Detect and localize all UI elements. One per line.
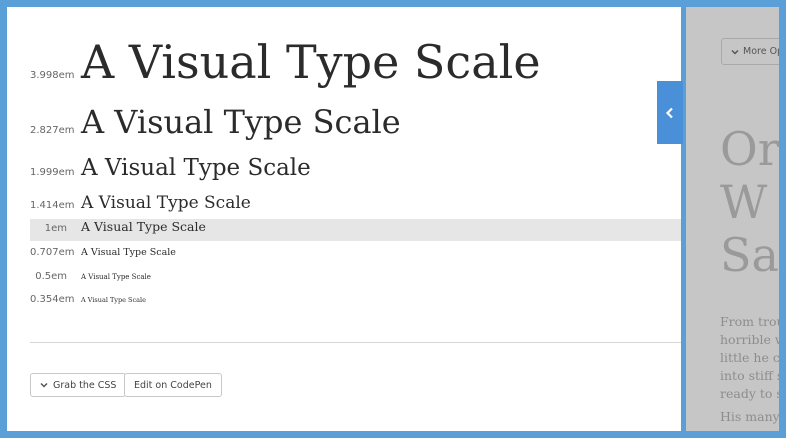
heading-line: Sa — [720, 228, 779, 282]
scale-row: 3.998em A Visual Type Scale — [30, 35, 681, 89]
chevron-left-icon — [665, 107, 673, 118]
more-options-label: More Op — [743, 46, 779, 57]
type-sample: A Visual Type Scale — [81, 273, 151, 281]
grab-css-button[interactable]: Grab the CSS — [30, 373, 127, 397]
type-sample: A Visual Type Scale — [81, 247, 176, 258]
codepen-label: Edit on CodePen — [134, 379, 212, 391]
size-label: 1em — [44, 223, 67, 234]
scale-row: 0.354em A Visual Type Scale — [30, 294, 681, 308]
paragraph-line: From trou — [720, 314, 779, 329]
article-paragraph: From trou horrible w little he co into s… — [720, 313, 779, 403]
more-options-button[interactable]: More Op — [721, 38, 779, 65]
scale-row: 0.707em A Visual Type Scale — [30, 247, 681, 263]
type-sample: A Visual Type Scale — [81, 219, 206, 234]
scale-row: 2.827em A Visual Type Scale — [30, 103, 681, 143]
scale-row: 0.5em A Visual Type Scale — [30, 271, 681, 285]
type-sample: A Visual Type Scale — [81, 35, 541, 89]
paragraph-line: His many — [720, 409, 779, 424]
article-heading: Or W Sa — [720, 123, 779, 282]
type-scale-panel: 3.998em A Visual Type Scale 2.827em A Vi… — [7, 7, 681, 431]
type-sample: A Visual Type Scale — [81, 155, 311, 181]
scale-row-selected[interactable]: 1em A Visual Type Scale — [30, 219, 681, 241]
heading-line: Or — [720, 122, 779, 176]
edit-on-codepen-button[interactable]: Edit on CodePen — [124, 373, 222, 397]
size-label: 2.827em — [30, 125, 75, 136]
heading-line: W — [720, 175, 768, 229]
collapse-panel-tab[interactable] — [657, 81, 683, 144]
paragraph-line: ready to s — [720, 386, 779, 401]
side-panel: More Op Or W Sa From trou horrible w lit… — [686, 7, 779, 431]
type-sample: A Visual Type Scale — [81, 296, 146, 304]
paragraph-line: horrible w — [720, 332, 779, 347]
chevron-down-icon — [731, 49, 739, 55]
article-paragraph: His many — [720, 408, 779, 426]
type-sample: A Visual Type Scale — [81, 193, 251, 213]
size-label: 0.354em — [30, 294, 75, 305]
grab-css-label: Grab the CSS — [53, 379, 117, 391]
scale-row: 1.414em A Visual Type Scale — [30, 193, 681, 215]
size-label: 3.998em — [30, 70, 75, 81]
scale-row: 1.999em A Visual Type Scale — [30, 155, 681, 183]
size-label: 1.414em — [30, 200, 75, 211]
divider — [30, 342, 681, 343]
chevron-down-icon — [40, 382, 48, 388]
size-label: 0.707em — [30, 247, 75, 258]
paragraph-line: into stiff s — [720, 368, 779, 383]
type-sample: A Visual Type Scale — [81, 103, 401, 141]
size-label: 0.5em — [35, 271, 67, 282]
size-label: 1.999em — [30, 167, 75, 178]
paragraph-line: little he co — [720, 350, 779, 365]
